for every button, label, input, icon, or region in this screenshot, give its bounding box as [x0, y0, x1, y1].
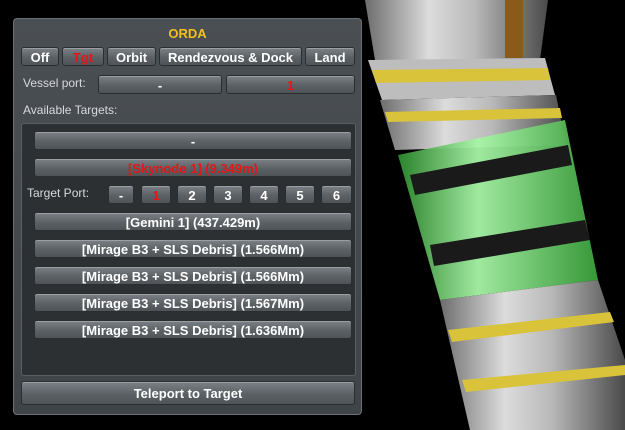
- vessel-port-prev-button[interactable]: -: [98, 75, 222, 94]
- window-title: ORDA: [168, 26, 207, 41]
- target-port-2-button[interactable]: 2: [177, 185, 207, 204]
- target-debris-button[interactable]: [Mirage B3 + SLS Debris] (1.636Mm): [34, 320, 352, 339]
- target-port-none-button[interactable]: -: [108, 185, 134, 204]
- teleport-button[interactable]: Teleport to Target: [21, 381, 355, 405]
- mode-land-button[interactable]: Land: [305, 47, 355, 66]
- target-port-1-button[interactable]: 1: [141, 185, 171, 204]
- target-gemini-button[interactable]: [Gemini 1] (437.429m): [34, 212, 352, 231]
- vessel-port-value-button[interactable]: 1: [226, 75, 355, 94]
- vessel-port-label: Vessel port:: [23, 76, 86, 90]
- mode-off-button[interactable]: Off: [21, 47, 59, 66]
- target-debris-button[interactable]: [Mirage B3 + SLS Debris] (1.566Mm): [34, 266, 352, 285]
- target-selected-button[interactable]: [Skynode 1] (9.349m): [34, 158, 352, 177]
- available-targets-label: Available Targets:: [23, 103, 118, 117]
- target-port-4-button[interactable]: 4: [249, 185, 279, 204]
- target-port-3-button[interactable]: 3: [213, 185, 243, 204]
- target-port-6-button[interactable]: 6: [321, 185, 352, 204]
- mode-orbit-button[interactable]: Orbit: [107, 47, 156, 66]
- targets-list: - [Skynode 1] (9.349m) Target Port: - 1 …: [21, 123, 356, 376]
- mode-rendezvous-dock-button[interactable]: Rendezvous & Dock: [159, 47, 302, 66]
- target-port-label: Target Port:: [27, 186, 90, 200]
- mode-tgt-button[interactable]: Tgt: [62, 47, 104, 66]
- target-debris-button[interactable]: [Mirage B3 + SLS Debris] (1.566Mm): [34, 239, 352, 258]
- target-port-5-button[interactable]: 5: [285, 185, 315, 204]
- target-debris-button[interactable]: [Mirage B3 + SLS Debris] (1.567Mm): [34, 293, 352, 312]
- orda-window: ORDA Off Tgt Orbit Rendezvous & Dock Lan…: [13, 18, 362, 415]
- target-none-button[interactable]: -: [34, 131, 352, 150]
